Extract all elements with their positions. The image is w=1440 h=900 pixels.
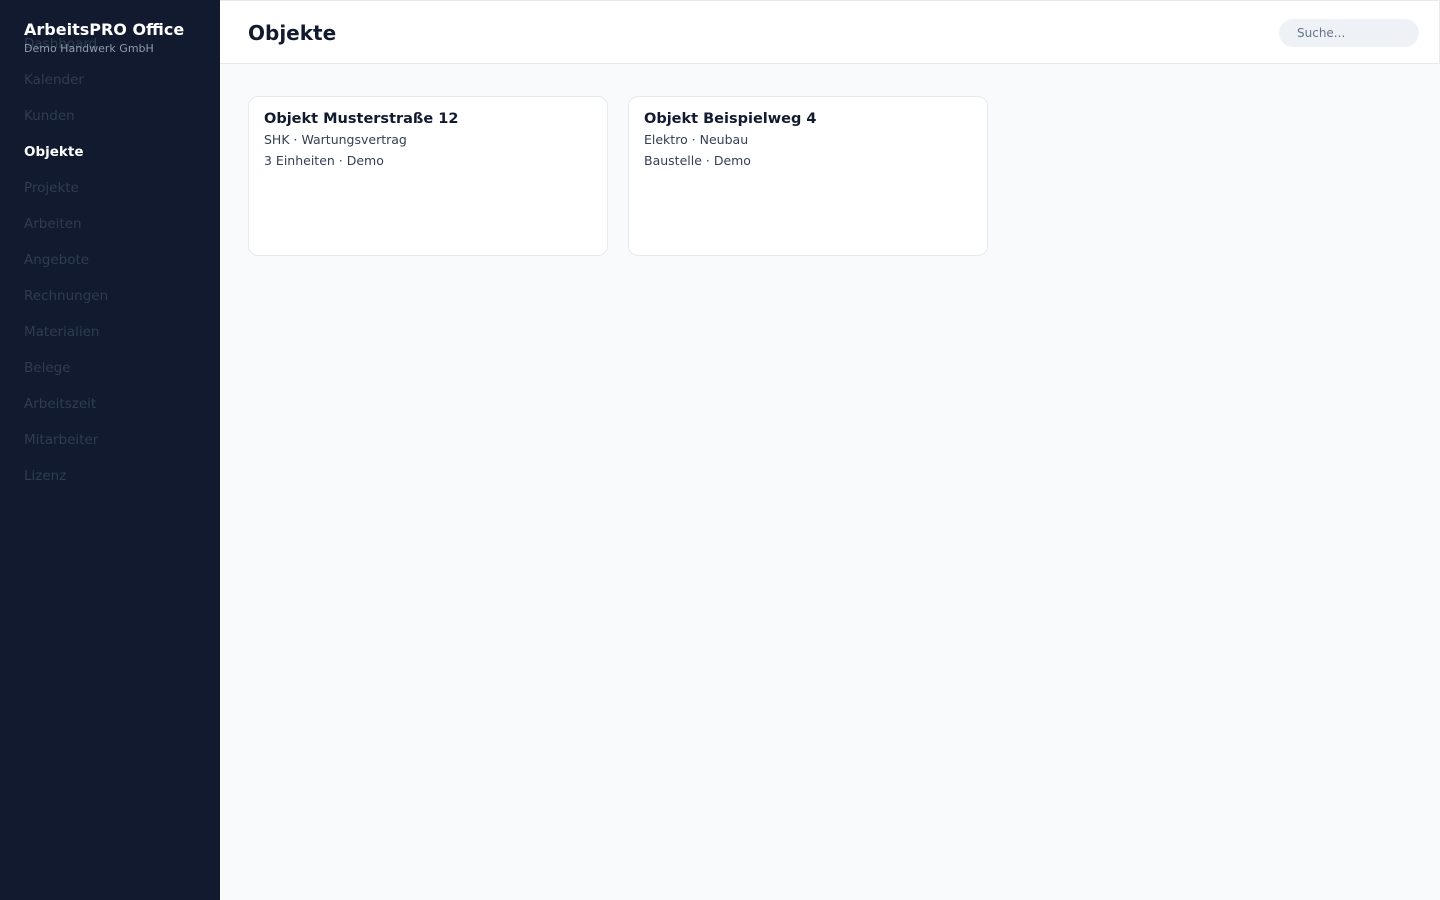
sidebar-item-arbeiten[interactable]: Arbeiten [24,214,108,250]
object-card-category: Elektro · Neubau [644,132,749,147]
company-name: Demo Handwerk GmbH [24,42,154,55]
sidebar-item-mitarbeiter[interactable]: Mitarbeiter [24,430,108,466]
sidebar-item-kalender[interactable]: Kalender [24,70,108,106]
sidebar: Dashboard Kalender Kunden Objekte Projek… [0,0,220,900]
sidebar-item-kunden[interactable]: Kunden [24,106,108,142]
search-input[interactable] [1279,19,1419,47]
object-card-title: Objekt Musterstraße 12 [264,111,459,127]
object-card-details: Baustelle · Demo [644,153,751,168]
app-window: Dashboard Kalender Kunden Objekte Projek… [0,0,1440,900]
object-card[interactable]: Objekt Musterstraße 12 SHK · Wartungsver… [248,96,608,256]
app-title: ArbeitsPRO Office [24,20,185,39]
sidebar-item-lizenz[interactable]: Lizenz [24,466,108,502]
sidebar-item-belege[interactable]: Belege [24,358,108,394]
sidebar-item-materialien[interactable]: Materialien [24,322,108,358]
object-card[interactable]: Objekt Beispielweg 4 Elektro · Neubau Ba… [628,96,988,256]
sidebar-nav: Dashboard Kalender Kunden Objekte Projek… [24,34,108,502]
brand: ArbeitsPRO Office Demo Handwerk GmbH [24,20,184,56]
sidebar-item-arbeitszeit[interactable]: Arbeitszeit [24,394,108,430]
sidebar-item-angebote[interactable]: Angebote [24,250,108,286]
sidebar-item-projekte[interactable]: Projekte [24,178,108,214]
object-card-details: 3 Einheiten · Demo [264,153,384,168]
page-title: Objekte [248,21,337,45]
sidebar-item-objekte[interactable]: Objekte [24,142,108,178]
page-header: Objekte [220,0,1440,64]
object-card-title: Objekt Beispielweg 4 [644,111,817,127]
sidebar-item-rechnungen[interactable]: Rechnungen [24,286,108,322]
object-card-category: SHK · Wartungsvertrag [264,132,407,147]
